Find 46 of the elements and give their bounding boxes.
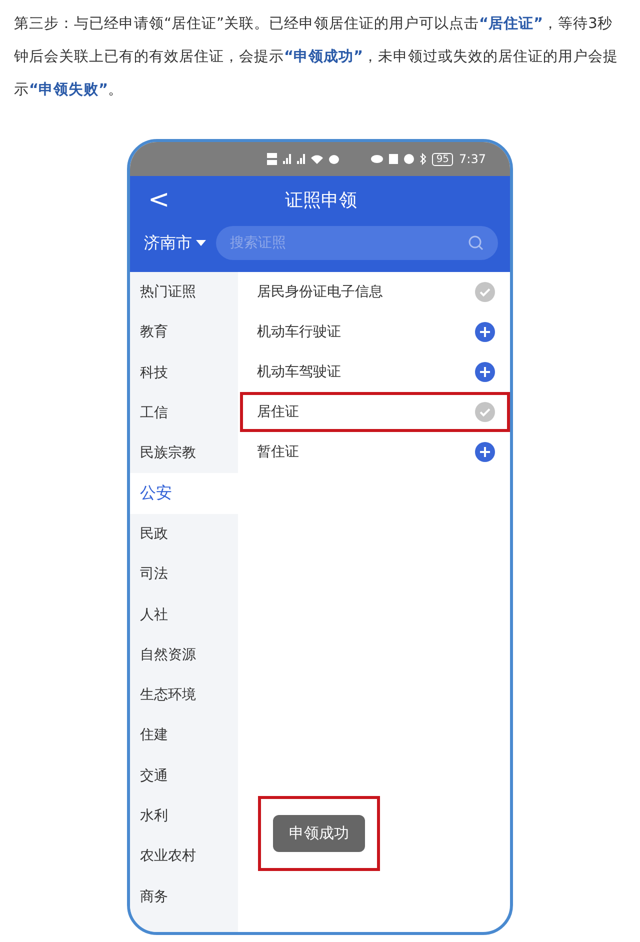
instruction-paragraph: 第三步：与已经申请领“居住证”关联。已经申领居住证的用户可以点击“居住证”，等待3秒钟后会关联上已有的有效居住证，会提示“申领成功”，未申领过或失效的居住证的用户会提示“申领失败”。 bbox=[14, 15, 620, 100]
category-item[interactable]: 教育 bbox=[130, 312, 238, 353]
check-icon bbox=[475, 402, 495, 422]
license-name: 居住证 bbox=[257, 403, 299, 421]
back-button[interactable]: < bbox=[144, 185, 174, 215]
clock-time: 7:37 bbox=[459, 152, 486, 166]
search-field[interactable]: 搜索证照 bbox=[216, 226, 498, 260]
add-icon[interactable] bbox=[475, 322, 495, 342]
signal-icon bbox=[283, 154, 292, 164]
sim-card-icon bbox=[267, 153, 278, 165]
category-item[interactable]: 人社 bbox=[130, 594, 238, 635]
category-item[interactable]: 交通 bbox=[130, 756, 238, 796]
signal-icon bbox=[297, 154, 306, 164]
license-name: 暂住证 bbox=[257, 443, 299, 461]
license-row[interactable]: 居民身份证电子信息 bbox=[240, 272, 510, 312]
category-item[interactable]: 热门证照 bbox=[130, 272, 238, 312]
add-icon[interactable] bbox=[475, 442, 495, 462]
category-item[interactable]: 科技 bbox=[130, 352, 238, 393]
license-name: 机动车行驶证 bbox=[257, 323, 341, 341]
category-item[interactable]: 商务 bbox=[130, 876, 238, 917]
license-row[interactable]: 机动车驾驶证 bbox=[240, 352, 510, 392]
page-title: 证照申领 bbox=[285, 189, 357, 212]
category-item[interactable]: 水利 bbox=[130, 796, 238, 836]
battery-level: 95 bbox=[432, 152, 454, 166]
wifi-icon bbox=[311, 154, 324, 164]
category-item[interactable]: 自然资源 bbox=[130, 634, 238, 675]
dropdown-icon bbox=[196, 240, 206, 246]
category-item[interactable]: 公安 bbox=[130, 473, 238, 514]
license-row[interactable]: 居住证 bbox=[240, 392, 510, 432]
bluetooth-icon bbox=[420, 153, 426, 165]
search-icon bbox=[468, 235, 484, 251]
add-icon[interactable] bbox=[475, 362, 495, 382]
check-icon bbox=[475, 282, 495, 302]
category-item[interactable]: 司法 bbox=[130, 554, 238, 594]
city-selector[interactable]: 济南市 bbox=[144, 232, 206, 254]
category-item[interactable]: 住建 bbox=[130, 715, 238, 756]
category-item[interactable]: 民族宗教 bbox=[130, 433, 238, 474]
license-name: 居民身份证电子信息 bbox=[257, 283, 383, 301]
license-row[interactable]: 暂住证 bbox=[240, 432, 510, 472]
toast-message: 申领成功 bbox=[273, 815, 365, 852]
category-item[interactable]: 工信 bbox=[130, 392, 238, 434]
license-row[interactable]: 机动车行驶证 bbox=[240, 312, 510, 352]
category-item[interactable]: 民政 bbox=[130, 514, 238, 554]
license-name: 机动车驾驶证 bbox=[257, 363, 341, 381]
category-item[interactable]: 农业农村 bbox=[130, 836, 238, 876]
category-item[interactable]: 生态环境 bbox=[130, 674, 238, 716]
